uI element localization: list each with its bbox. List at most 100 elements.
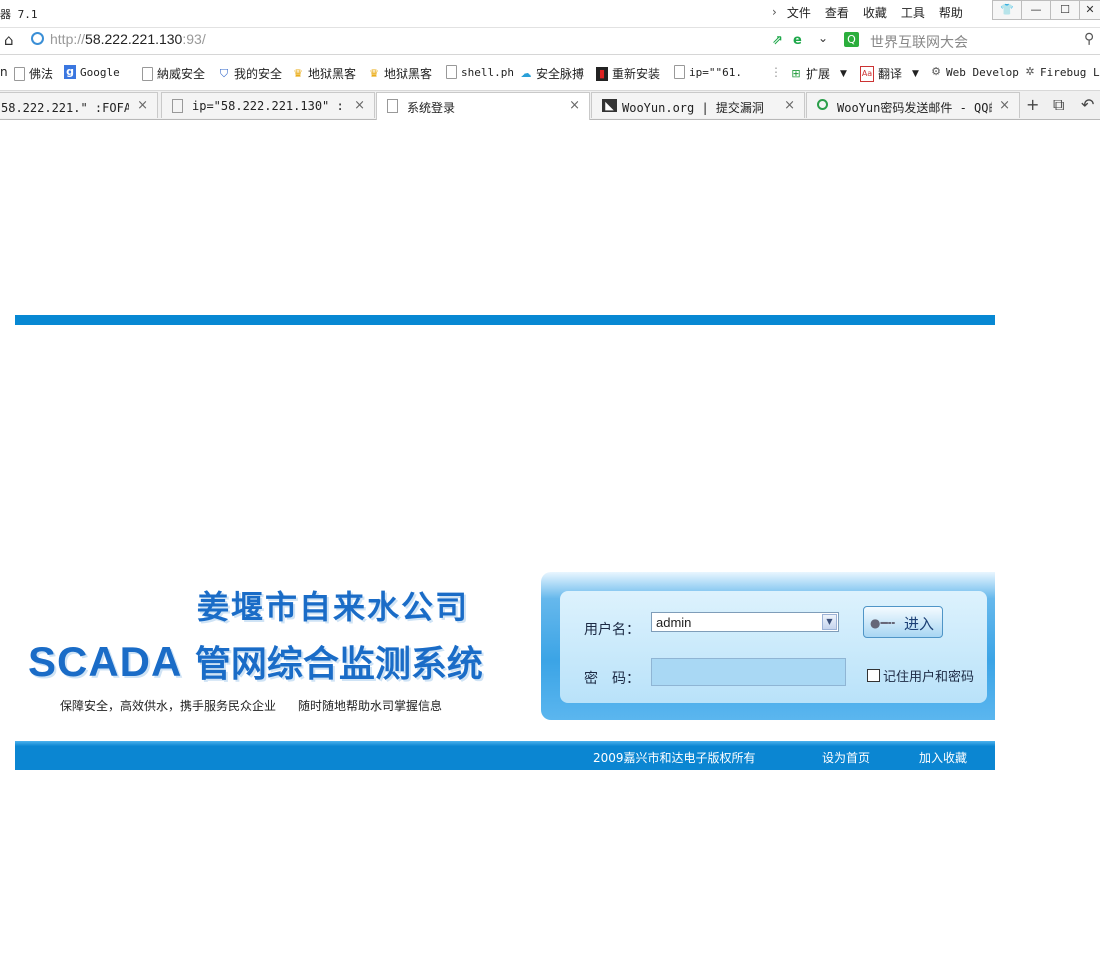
maximize-button[interactable]: ☐	[1050, 0, 1080, 20]
username-value: admin	[656, 615, 692, 630]
tab-system-login[interactable]: 系统登录 ×	[376, 92, 590, 120]
translate-icon: Aa	[860, 65, 874, 82]
app-icon: ▮	[596, 66, 608, 81]
page-icon	[446, 65, 457, 79]
footer-bar: 2009嘉兴市和达电子版权所有 设为首页 加入收藏	[15, 741, 995, 770]
compat-mode-icon[interactable]: e	[793, 33, 808, 48]
url-text: http://58.222.221.130:93/	[50, 31, 206, 47]
password-label: 密 码：	[584, 671, 640, 687]
add-favorite-link[interactable]: 加入收藏	[919, 749, 967, 766]
bookmark-item[interactable]: ♛ 地狱黑客	[368, 65, 432, 82]
bookmark-item[interactable]: ✲ Firebug Li	[1024, 65, 1100, 79]
new-tab-icon[interactable]: +	[1026, 95, 1039, 114]
bug-icon: ✲	[1025, 65, 1035, 78]
tab-list-icon[interactable]: ⧉	[1053, 95, 1064, 115]
minimize-button[interactable]: —	[1021, 0, 1051, 20]
close-icon[interactable]: ×	[137, 98, 148, 113]
menu-tools[interactable]: 工具	[901, 4, 925, 21]
bookmark-item[interactable]: ♛ 地狱黑客	[292, 65, 356, 82]
set-home-link[interactable]: 设为首页	[822, 749, 870, 766]
translate-button[interactable]: Aa 翻译 ▼	[860, 65, 919, 82]
enter-button[interactable]: ●━╍ 进入	[863, 606, 943, 638]
undo-close-icon[interactable]: ↶	[1081, 95, 1094, 114]
close-icon[interactable]: ×	[999, 98, 1010, 113]
slogan: 保障安全，高效供水，携手服务民众企业 随时随地帮助水司掌握信息	[60, 697, 442, 714]
chevron-down-icon[interactable]: ▼	[912, 69, 919, 79]
checkbox-icon[interactable]	[867, 669, 880, 682]
username-select[interactable]: admin ▼	[651, 612, 839, 632]
url-input[interactable]: http://58.222.221.130:93/ ⇗ e	[28, 30, 810, 51]
top-banner-line	[15, 315, 995, 325]
cloud-icon: ☁	[520, 66, 532, 80]
close-window-button[interactable]: ✕	[1079, 0, 1100, 20]
skin-icon[interactable]: 👕	[992, 0, 1022, 20]
login-form: 用户名： admin ▼ ●━╍ 进入 密 码： 记住用户和密码	[560, 591, 987, 703]
google-icon: g	[64, 65, 76, 79]
menu-bar: › 文件 查看 收藏 工具 帮助	[772, 2, 977, 22]
chevron-down-icon[interactable]: ▼	[822, 614, 837, 630]
page-icon	[674, 65, 685, 79]
cup-icon: ♛	[369, 66, 379, 80]
close-icon[interactable]: ×	[569, 98, 580, 113]
close-icon[interactable]: ×	[784, 98, 795, 113]
password-field[interactable]	[651, 658, 846, 686]
bookmark-item[interactable]: ⛉ 我的安全	[218, 65, 282, 82]
page-icon	[387, 99, 398, 113]
slogan-right: 随时随地帮助水司掌握信息	[298, 699, 443, 713]
search-placeholder: 世界互联网大会	[870, 34, 968, 50]
menu-favorites[interactable]: 收藏	[863, 4, 887, 21]
search-icon[interactable]: ⚲	[1084, 31, 1094, 47]
page-icon	[14, 66, 25, 81]
bookmark-item[interactable]: ▮ 重新安装	[596, 65, 660, 82]
tab-fofa-1[interactable]: 58.222.221." :FOFA-开 ×	[0, 92, 158, 118]
menu-help[interactable]: 帮助	[939, 4, 963, 21]
app-title: 器 7.1	[0, 8, 38, 21]
bookmark-item[interactable]: n	[0, 65, 8, 79]
username-label: 用户名：	[584, 622, 640, 638]
slogan-left: 保障安全，高效供水，携手服务民众企业	[60, 699, 277, 713]
grid-icon: ⊞	[791, 66, 801, 80]
bookmark-item[interactable]: g Google	[64, 65, 120, 79]
system-title: SCADA 管网综合监测系统	[28, 635, 483, 687]
tab-strip: 58.222.221." :FOFA-开 × ip="58.222.221.13…	[0, 91, 1100, 120]
search-engine-icon[interactable]: Q	[844, 32, 859, 47]
menu-file[interactable]: 文件	[787, 4, 811, 21]
copyright-text: 2009嘉兴市和达电子版权所有	[593, 751, 756, 765]
search-input[interactable]: Q 世界互联网大会 ⚲	[840, 30, 1100, 51]
chevron-right-icon[interactable]: ›	[772, 5, 777, 19]
wooyun-icon: ◣	[602, 99, 617, 112]
close-icon[interactable]: ×	[354, 98, 365, 113]
bookmark-item[interactable]: 納威安全	[142, 65, 205, 82]
key-icon: ●━╍	[870, 616, 895, 630]
remember-label: 记住用户和密码	[883, 670, 975, 685]
title-bar: 器 7.1 › 文件 查看 收藏 工具 帮助 👕 — ☐ ✕	[0, 0, 1100, 28]
tab-fofa-2[interactable]: ip="58.222.221.130" :FOFA ×	[161, 92, 375, 118]
globe-icon	[31, 32, 44, 45]
gear-icon: ⚙	[931, 65, 941, 78]
system-prefix: SCADA	[28, 638, 183, 685]
tab-qq-mail[interactable]: WooYun密码发送邮件 - QQ邮 ×	[806, 92, 1020, 118]
chevron-down-icon[interactable]: ▼	[840, 69, 847, 79]
bookmark-item[interactable]: ⚙ Web Develop	[930, 65, 1019, 79]
bookmark-item[interactable]: ☁ 安全脉搏	[520, 65, 585, 82]
system-name: 管网综合监测系统	[194, 644, 483, 685]
extensions-button[interactable]: ⊞ 扩展 ▼	[790, 65, 847, 82]
enter-button-label: 进入	[904, 615, 935, 633]
page-icon	[172, 99, 183, 113]
menu-view[interactable]: 查看	[825, 4, 849, 21]
page-icon	[142, 66, 153, 81]
more-bookmarks-icon[interactable]: ⋮	[770, 65, 782, 79]
company-name: 姜堰市自来水公司	[197, 588, 470, 626]
bookmark-item[interactable]: shell.ph	[446, 65, 514, 79]
remember-checkbox[interactable]: 记住用户和密码	[867, 666, 974, 685]
share-icon[interactable]: ⇗	[772, 33, 787, 48]
cup-icon: ♛	[293, 66, 303, 80]
chevron-down-icon[interactable]: ⌄	[818, 31, 828, 45]
shield-icon: ⛉	[219, 66, 229, 80]
bookmark-item[interactable]: ip=""61.	[674, 65, 742, 79]
home-icon[interactable]: ⌂	[4, 31, 14, 49]
qqmail-icon	[817, 99, 828, 110]
bookmark-item[interactable]: 佛法	[14, 65, 53, 82]
login-panel: 用户名： admin ▼ ●━╍ 进入 密 码： 记住用户和密码	[541, 572, 995, 720]
tab-wooyun-submit[interactable]: ◣ WooYun.org | 提交漏洞 ×	[591, 92, 805, 118]
